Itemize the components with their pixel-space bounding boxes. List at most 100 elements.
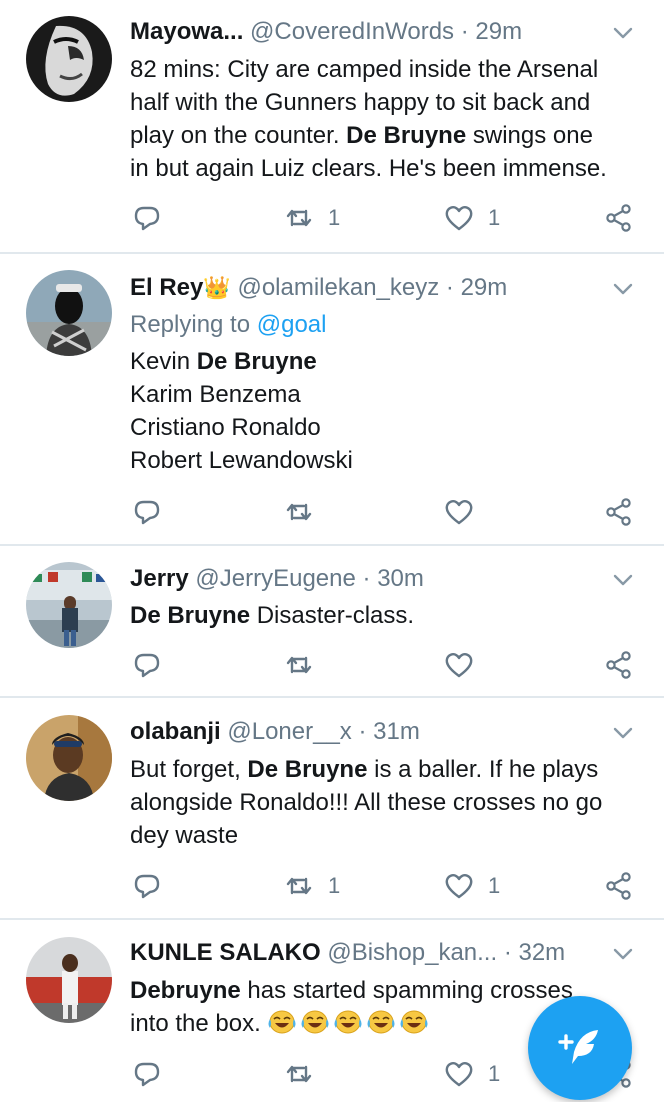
retweet-count: 1 bbox=[328, 205, 341, 230]
tweet-text-line: dey waste bbox=[130, 819, 650, 852]
share-button[interactable] bbox=[604, 647, 634, 683]
tweet-text: But forget, De Bruyne is a baller. If he… bbox=[130, 753, 650, 852]
share-icon bbox=[606, 872, 631, 900]
retweet-button[interactable]: 1 bbox=[284, 868, 340, 904]
laughing-emoji-icon bbox=[366, 1009, 396, 1035]
reply-button[interactable] bbox=[132, 200, 162, 236]
chevron-down-icon[interactable] bbox=[610, 941, 636, 967]
share-icon bbox=[606, 204, 631, 232]
highlighted-keyword: De Bruyne bbox=[130, 602, 251, 629]
laughing-emoji-icon bbox=[300, 1009, 330, 1035]
highlighted-keyword: De Bruyne bbox=[247, 756, 368, 783]
retweet-button[interactable] bbox=[284, 1056, 328, 1092]
like-count: 1 bbox=[488, 205, 501, 230]
avatar-image bbox=[26, 562, 112, 648]
tweet-text-line: Kevin De Bruyne bbox=[130, 345, 650, 378]
reply-button[interactable] bbox=[132, 647, 162, 683]
chevron-down-icon[interactable] bbox=[610, 720, 636, 746]
share-button[interactable] bbox=[604, 494, 634, 530]
tweet-text-run: play on the counter. bbox=[130, 122, 347, 149]
tweet[interactable]: El Rey👑 @olamilekan_keyz · 29m Replying … bbox=[0, 254, 664, 544]
tweet-text-line: De Bruyne Disaster-class. bbox=[130, 599, 650, 632]
reply-button[interactable] bbox=[132, 494, 162, 530]
avatar[interactable] bbox=[26, 562, 112, 648]
tweet-text: Kevin De Bruyne Karim Benzema Cristiano Ro… bbox=[130, 345, 650, 477]
replying-to: Replying to @goal bbox=[130, 309, 327, 341]
replying-to-label: Replying to bbox=[130, 311, 251, 338]
reply-button[interactable] bbox=[132, 1056, 162, 1092]
chevron-down-icon[interactable] bbox=[610, 567, 636, 593]
chevron-down-icon[interactable] bbox=[610, 20, 636, 46]
user-handle[interactable]: @JerryEugene bbox=[195, 565, 355, 592]
tweet-text-line: 82 mins: City are camped inside the Arse… bbox=[130, 53, 650, 86]
tweet-text-run: Kevin bbox=[130, 348, 197, 375]
like-count: 1 bbox=[488, 1061, 501, 1086]
display-name[interactable]: Jerry bbox=[130, 565, 189, 592]
tweet-text-run: Cristiano Ronaldo bbox=[130, 414, 321, 441]
display-name[interactable]: Mayowa... bbox=[130, 18, 243, 45]
user-handle[interactable]: @Bishop_kan... bbox=[327, 939, 497, 966]
reply-button[interactable] bbox=[132, 868, 162, 904]
retweet-button[interactable]: 1 bbox=[284, 200, 340, 236]
timestamp: · 29m bbox=[445, 274, 508, 301]
tweet-header: olabanji @Loner__x · 31m bbox=[130, 716, 604, 748]
avatar[interactable] bbox=[26, 715, 112, 801]
tweet-text-run: Karim Benzema bbox=[130, 381, 301, 408]
display-name[interactable]: El Rey bbox=[130, 274, 203, 301]
share-icon bbox=[606, 498, 631, 526]
avatar[interactable] bbox=[26, 16, 112, 102]
replying-to-mention[interactable]: @goal bbox=[257, 311, 327, 338]
heart-icon bbox=[445, 653, 473, 678]
compose-tweet-button[interactable] bbox=[528, 996, 632, 1100]
like-button[interactable]: 1 bbox=[444, 1056, 500, 1092]
tweet-header: Mayowa... @CoveredInWords · 29m bbox=[130, 16, 604, 48]
tweet-header: Jerry @JerryEugene · 30m bbox=[130, 563, 604, 595]
tweet-text-run: 82 mins: City are camped inside the Arse… bbox=[130, 56, 599, 83]
user-handle[interactable]: @CoveredInWords bbox=[250, 18, 454, 45]
tweet-text-run: Disaster-class. bbox=[250, 602, 415, 629]
chevron-down-icon[interactable] bbox=[610, 276, 636, 302]
display-name[interactable]: KUNLE SALAKO bbox=[130, 939, 321, 966]
highlighted-keyword: Debruyne bbox=[130, 977, 241, 1004]
tweet-text-line: alongside Ronaldo!!! All these crosses n… bbox=[130, 786, 650, 819]
retweet-icon bbox=[286, 1065, 312, 1083]
heart-icon bbox=[445, 874, 473, 899]
laughing-emoji-icon bbox=[399, 1009, 429, 1035]
share-icon bbox=[606, 651, 631, 679]
like-button[interactable]: 1 bbox=[444, 868, 500, 904]
share-button[interactable] bbox=[604, 868, 634, 904]
tweet-text-run: dey waste bbox=[130, 822, 239, 849]
user-handle[interactable]: @olamilekan_keyz bbox=[237, 274, 439, 301]
reply-icon bbox=[134, 206, 160, 231]
tweet-actions bbox=[0, 647, 664, 683]
like-button[interactable] bbox=[444, 647, 488, 683]
tweet[interactable]: olabanji @Loner__x · 31m But forget, De … bbox=[0, 698, 664, 918]
avatar[interactable] bbox=[26, 937, 112, 1023]
tweet-text-line: in but again Luiz clears. He's been imme… bbox=[130, 152, 650, 185]
tweet-text: 82 mins: City are camped inside the Arse… bbox=[130, 53, 650, 185]
avatar-image bbox=[26, 16, 112, 102]
share-button[interactable] bbox=[604, 200, 634, 236]
retweet-button[interactable] bbox=[284, 494, 328, 530]
timestamp: · 30m bbox=[362, 565, 424, 592]
timestamp: · 31m bbox=[358, 718, 420, 745]
reply-icon bbox=[134, 500, 160, 525]
display-name[interactable]: olabanji bbox=[130, 718, 221, 745]
user-handle[interactable]: @Loner__x bbox=[227, 718, 351, 745]
tweet[interactable]: Mayowa... @CoveredInWords · 29m 82 mins:… bbox=[0, 0, 664, 252]
like-button[interactable] bbox=[444, 494, 488, 530]
tweet[interactable]: Jerry @JerryEugene · 30m De Bruyne Disas… bbox=[0, 546, 664, 696]
tweet-text-run: swings one bbox=[466, 122, 593, 149]
tweet-text-line: half with the Gunners happy to sit back … bbox=[130, 86, 650, 119]
like-button[interactable]: 1 bbox=[444, 200, 500, 236]
tweet-text-line: Robert Lewandowski bbox=[130, 444, 650, 477]
tweet-text-run: half with the Gunners happy to sit back … bbox=[130, 89, 591, 116]
retweet-button[interactable] bbox=[284, 647, 328, 683]
avatar[interactable] bbox=[26, 270, 112, 356]
avatar-image bbox=[26, 715, 112, 801]
tweet-text-run: But forget, bbox=[130, 756, 248, 783]
heart-icon bbox=[445, 500, 473, 525]
reply-icon bbox=[134, 1062, 160, 1087]
laughing-emoji-icon bbox=[333, 1009, 363, 1035]
tweet-actions: 1 1 bbox=[0, 868, 664, 904]
